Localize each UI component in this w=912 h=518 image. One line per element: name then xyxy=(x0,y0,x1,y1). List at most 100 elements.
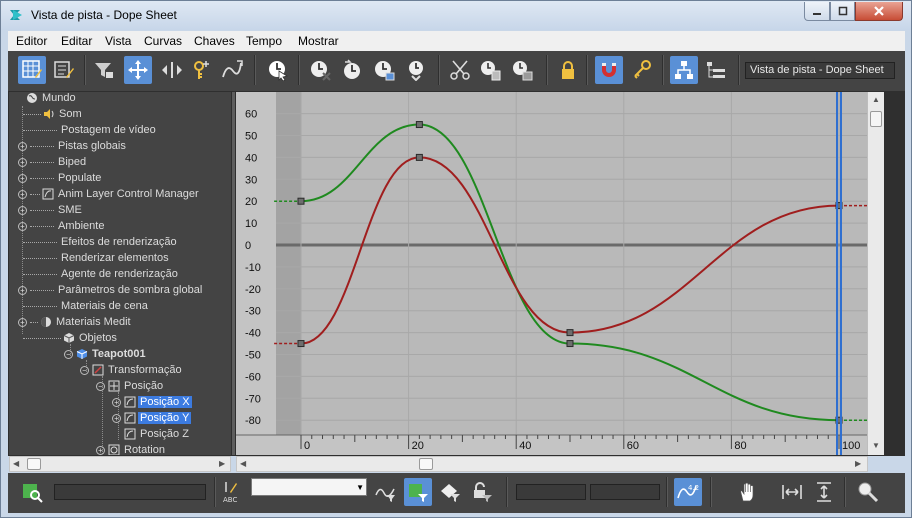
show-selected-key-stats-button[interactable]: 4.2 xyxy=(674,478,702,506)
reverse-time-button[interactable] xyxy=(338,56,366,84)
tree-item-teapot001[interactable]: − Teapot001 xyxy=(64,346,148,362)
filter-animated-tracks-button[interactable] xyxy=(436,478,464,506)
tree-item-materiais-cena[interactable]: Materiais de cena xyxy=(23,298,150,314)
filters-button[interactable] xyxy=(18,56,46,84)
track-set-dropdown[interactable]: ▼ xyxy=(251,478,367,496)
zoom-horizontal-extents-button[interactable] xyxy=(778,478,806,506)
graph-horizontal-scrollbar[interactable]: ◀ ▶ xyxy=(236,456,868,472)
draw-curves-button[interactable] xyxy=(218,56,246,84)
tree-item-rotation[interactable]: + Rotation xyxy=(96,442,167,455)
collapse-icon[interactable]: − xyxy=(64,349,73,359)
tree-item-populate[interactable]: + Populate xyxy=(18,170,103,186)
menu-tempo[interactable]: Tempo xyxy=(246,34,282,48)
value-field[interactable] xyxy=(590,484,660,500)
paste-button[interactable] xyxy=(508,56,536,84)
tree-horizontal-scrollbar[interactable]: ◀ ▶ xyxy=(9,456,231,472)
tree-item-transformacao[interactable]: − Transformação xyxy=(80,362,184,378)
close-button[interactable] xyxy=(855,2,903,21)
expand-icon[interactable]: + xyxy=(112,397,121,407)
minimize-button[interactable] xyxy=(804,2,830,21)
tree-item-posicao-z[interactable]: Posição Z xyxy=(124,426,191,442)
tree-item-anim-layer[interactable]: + Anim Layer Control Manager xyxy=(18,186,201,202)
menu-mostrar[interactable]: Mostrar xyxy=(298,34,339,48)
menu-vista[interactable]: Vista xyxy=(105,34,131,48)
insert-time-button[interactable] xyxy=(402,56,430,84)
lock-button[interactable] xyxy=(554,56,582,84)
expand-icon[interactable]: + xyxy=(18,189,27,199)
tree-item-ambiente[interactable]: + Ambiente xyxy=(18,218,106,234)
frame-field[interactable] xyxy=(516,484,586,500)
tree-item-posicao[interactable]: − Posição xyxy=(96,378,165,394)
tree-item-sombra-global[interactable]: + Parâmetros de sombra global xyxy=(18,282,204,298)
zoom-value-extents-button[interactable] xyxy=(810,478,838,506)
expand-icon[interactable]: + xyxy=(18,173,27,183)
zoom-button[interactable] xyxy=(854,478,882,506)
collapse-icon[interactable]: − xyxy=(96,381,105,391)
expand-icon[interactable]: + xyxy=(18,221,27,231)
tree-item-mundo[interactable]: Mundo xyxy=(26,92,78,106)
zoom-selected-object-button[interactable] xyxy=(18,478,46,506)
tree-item-posicao-x[interactable]: + Posição X xyxy=(112,394,192,410)
move-keys-button[interactable] xyxy=(124,56,152,84)
menu-editor[interactable]: Editor xyxy=(16,34,47,48)
filter-unlocked-button[interactable] xyxy=(468,478,496,506)
expand-icon[interactable]: + xyxy=(18,317,27,327)
scroll-left-icon[interactable]: ◀ xyxy=(240,459,246,468)
tree-scroll-thumb[interactable] xyxy=(27,458,41,470)
hierarchy-button[interactable] xyxy=(670,56,698,84)
title-bar[interactable]: Vista de pista - Dope Sheet xyxy=(1,1,911,30)
vertical-scroll-thumb[interactable] xyxy=(870,111,882,127)
tree-item-biped[interactable]: + Biped xyxy=(18,154,88,170)
curve-graph-canvas[interactable]: 6050403020100-10-20-30-40-50-60-70-800 20… xyxy=(236,92,867,455)
scale-time-button[interactable] xyxy=(370,56,398,84)
pan-button[interactable] xyxy=(734,478,762,506)
controller-tree[interactable]: Mundo Som Postagem de vídeo + Pistas glo… xyxy=(9,92,231,455)
tree-item-som[interactable]: Som xyxy=(23,106,84,122)
select-time-button[interactable] xyxy=(264,56,292,84)
scroll-left-icon[interactable]: ◀ xyxy=(13,459,19,468)
collapse-icon[interactable]: − xyxy=(80,365,89,375)
expand-icon[interactable]: + xyxy=(112,413,121,423)
expand-icon[interactable]: + xyxy=(18,157,27,167)
panel-splitter[interactable] xyxy=(232,92,235,455)
menu-curvas[interactable]: Curvas xyxy=(144,34,182,48)
cut-button[interactable] xyxy=(446,56,474,84)
expand-icon[interactable]: + xyxy=(96,445,105,455)
tree-item-pistas-globais[interactable]: + Pistas globais xyxy=(18,138,128,154)
snap-frames-button[interactable] xyxy=(595,56,623,84)
expand-icon[interactable]: + xyxy=(18,205,27,215)
tree-item-postagem-video[interactable]: Postagem de vídeo xyxy=(23,122,158,138)
view-name-field[interactable]: Vista de pista - Dope Sheet xyxy=(745,62,895,79)
copy-button[interactable] xyxy=(476,56,504,84)
show-tree-button[interactable] xyxy=(702,56,730,84)
scroll-up-icon[interactable]: ▲ xyxy=(872,95,880,104)
menu-editar[interactable]: Editar xyxy=(61,34,92,48)
lock-selection-key-button[interactable] xyxy=(628,56,656,84)
filter-selected-tracks-button[interactable] xyxy=(372,478,400,506)
tree-item-objetos[interactable]: Objetos xyxy=(23,330,119,346)
add-key-button[interactable] xyxy=(188,56,216,84)
slide-keys-button[interactable] xyxy=(158,56,186,84)
scroll-right-icon[interactable]: ▶ xyxy=(219,459,225,468)
graph-vertical-scrollbar[interactable]: ▲ ▼ xyxy=(867,92,884,455)
menu-chaves[interactable]: Chaves xyxy=(194,34,235,48)
tree-item-efeitos[interactable]: Efeitos de renderização xyxy=(23,234,179,250)
maximize-button[interactable] xyxy=(830,2,855,21)
tree-item-materiais-medit[interactable]: + Materiais Medit xyxy=(18,314,133,330)
expand-icon[interactable]: + xyxy=(18,285,27,295)
curve-graph[interactable]: 60 50 40 30 20 10 0 -10 -20 -30 -40 -50 -60 -70 -80 0 20… xyxy=(236,92,867,455)
tree-item-renderizar[interactable]: Renderizar elementos xyxy=(23,250,171,266)
scroll-right-icon[interactable]: ▶ xyxy=(855,459,861,468)
graph-scroll-thumb[interactable] xyxy=(419,458,433,470)
filter-selected-objects-button[interactable] xyxy=(404,478,432,506)
scroll-down-icon[interactable]: ▼ xyxy=(872,441,880,450)
edit-track-set-button[interactable]: ABC xyxy=(220,478,248,506)
tree-item-posicao-y[interactable]: + Posição Y xyxy=(112,410,192,426)
tree-item-sme[interactable]: + SME xyxy=(18,202,84,218)
object-name-field[interactable] xyxy=(54,484,206,500)
tree-item-agente[interactable]: Agente de renderização xyxy=(23,266,180,282)
delete-time-button[interactable] xyxy=(306,56,334,84)
edit-ranges-button[interactable] xyxy=(50,56,78,84)
filter-button[interactable] xyxy=(90,56,118,84)
expand-icon[interactable]: + xyxy=(18,141,27,151)
